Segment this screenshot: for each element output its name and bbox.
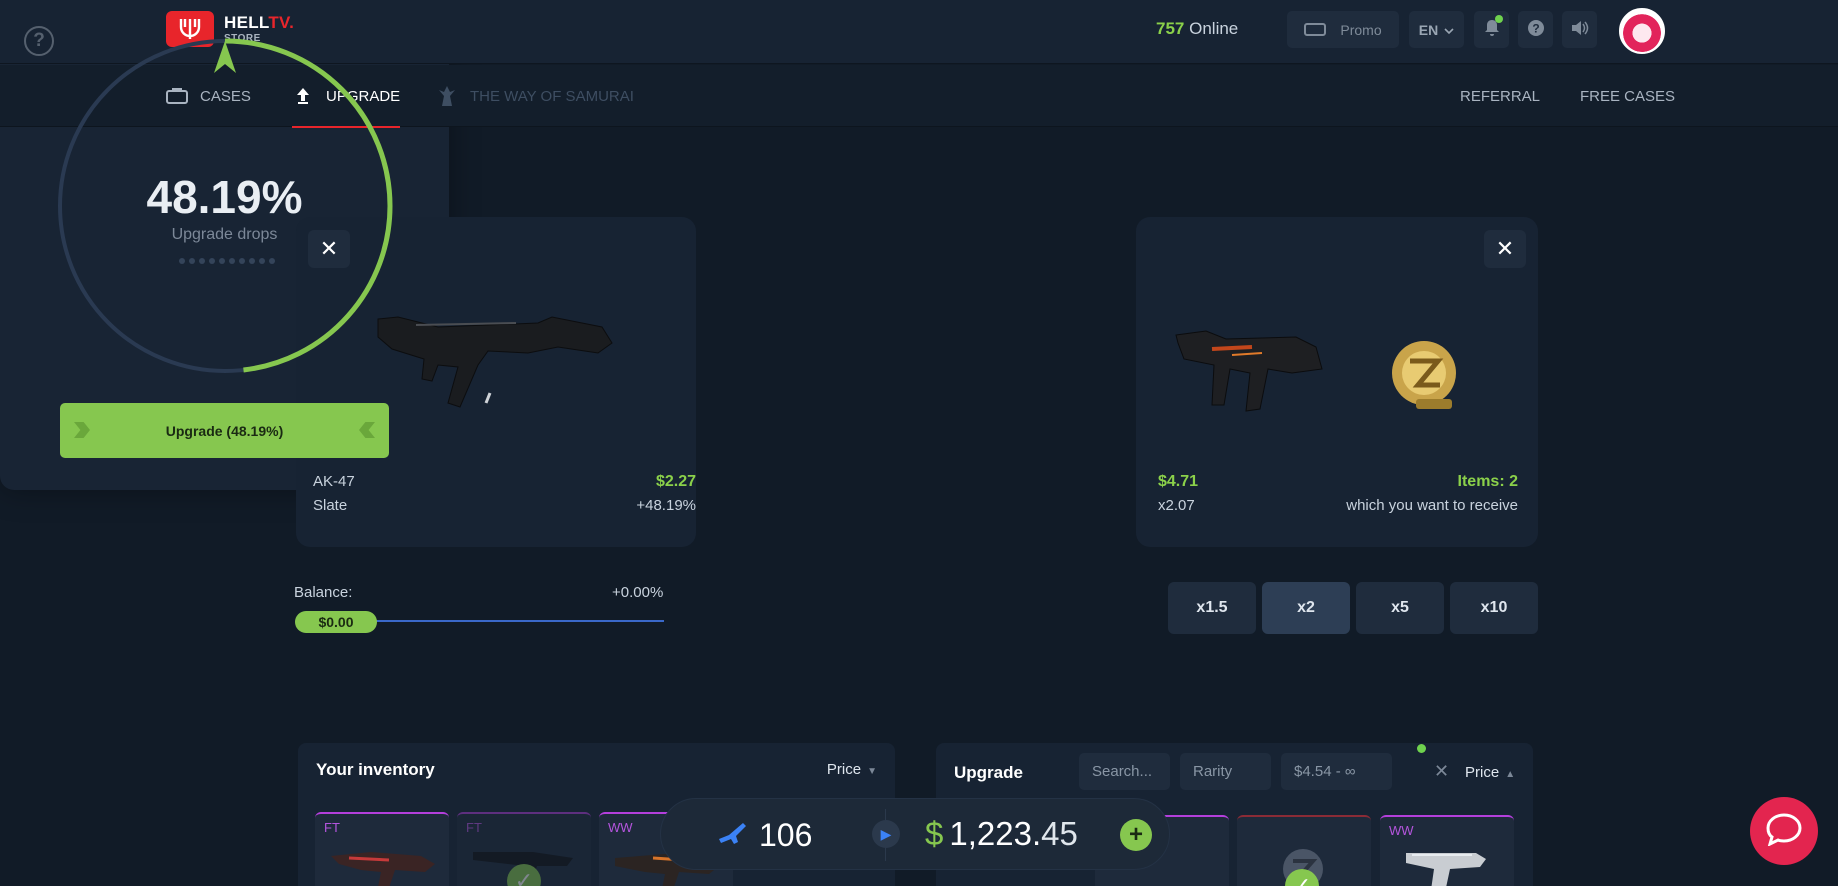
search-input[interactable]: Search... — [1079, 753, 1170, 790]
pistol-image — [1406, 853, 1486, 886]
online-count: 757 — [1156, 19, 1185, 38]
upgrade-sort-label: Price — [1465, 764, 1500, 781]
chevron-down-icon — [1444, 22, 1454, 38]
promo-label: Promo — [1340, 21, 1382, 38]
chevron-left-icon — [359, 422, 375, 438]
price-range-input[interactable]: $4.54 - ∞ — [1281, 753, 1392, 790]
chevron-right-icon — [74, 422, 90, 438]
close-icon: ✕ — [1495, 236, 1515, 261]
chat-button[interactable] — [1750, 797, 1818, 865]
sound-button[interactable] — [1562, 11, 1597, 48]
online-label: Online — [1189, 19, 1239, 38]
arrow-pointer-icon — [214, 41, 236, 73]
svg-text:?: ? — [1532, 22, 1539, 36]
language-label: EN — [1418, 21, 1439, 38]
samurai-icon — [436, 86, 458, 106]
item-wear-tag: WW — [1389, 823, 1414, 838]
rarity-label: Rarity — [1193, 763, 1233, 780]
item-wear-tag: FT — [466, 820, 482, 835]
inventory-sort-label: Price — [826, 761, 862, 778]
speaker-icon — [1571, 20, 1589, 39]
inventory-item-card[interactable]: FT — [315, 812, 449, 886]
inventory-item-card[interactable]: FT ✓ — [457, 812, 591, 886]
price-range-value: $4.54 - ∞ — [1294, 763, 1356, 780]
notifications-button[interactable] — [1474, 11, 1509, 48]
clear-targets-button[interactable]: ✕ — [1484, 230, 1526, 268]
caret-down-icon: ▼ — [867, 766, 877, 777]
help-icon: ? — [1527, 19, 1545, 40]
left-item-percent: +48.19% — [636, 497, 696, 514]
item-wear-tag: WW — [608, 820, 633, 835]
upgrade-item-card[interactable]: ✓ — [1237, 815, 1371, 886]
upgrade-sort[interactable]: Price ▲ — [1465, 764, 1515, 781]
upgrade-panel-title: Upgrade — [954, 763, 1023, 782]
nav-referral[interactable]: REFERRAL — [1460, 65, 1540, 127]
multiplier-x10-button[interactable]: x10 — [1450, 582, 1538, 634]
chance-subtitle: Upgrade drops — [171, 226, 278, 243]
promo-button[interactable]: Promo — [1287, 11, 1399, 48]
balance-percent: +0.00% — [612, 584, 664, 601]
rarity-select[interactable]: Rarity — [1180, 753, 1271, 790]
nav-free-cases-label: FREE CASES — [1580, 87, 1676, 105]
filter-active-dot — [1417, 744, 1426, 753]
rifle-image — [331, 852, 435, 886]
progress-dots — [179, 258, 275, 264]
search-placeholder: Search... — [1092, 763, 1153, 780]
add-funds-button[interactable]: + — [1120, 819, 1152, 851]
user-avatar[interactable] — [1619, 8, 1665, 54]
upgrade-item-card[interactable]: WW — [1380, 815, 1514, 886]
upgrade-button[interactable]: Upgrade (48.19%) — [60, 403, 389, 458]
balance-slider-handle[interactable]: $0.00 — [295, 611, 377, 633]
multiplier-x2-button[interactable]: x2 — [1262, 582, 1350, 634]
left-item-skin: Slate — [313, 497, 348, 514]
caret-up-icon: ▲ — [1505, 769, 1516, 780]
nav-referral-label: REFERRAL — [1460, 87, 1541, 105]
sticker-image — [1382, 333, 1466, 422]
gun-icon — [717, 821, 747, 852]
balance-label: Balance: — [294, 584, 353, 601]
multiplier-x5-button[interactable]: x5 — [1356, 582, 1444, 634]
ak47-image — [376, 307, 616, 432]
upgrade-wheel-panel: ? 48.19% Upgrade drops Upgrade (48.19%) — [0, 0, 449, 490]
ticket-icon — [1304, 23, 1327, 36]
items-count: 106 — [759, 817, 813, 853]
target-item-panel: ✕ $4.71 x2.07 Items: 2 which you want to… — [1136, 217, 1538, 547]
mp5-image — [1172, 317, 1332, 432]
nav-samurai-label: THE WAY OF SAMURAI — [470, 87, 634, 105]
left-item-weapon: AK-47 — [313, 473, 355, 490]
nav-samurai[interactable]: THE WAY OF SAMURAI — [436, 65, 634, 127]
bottom-balance-bar: 106 ▶ $1,223.45 + — [660, 798, 1170, 870]
play-icon[interactable]: ▶ — [872, 820, 900, 848]
chat-bubble-icon — [1765, 812, 1803, 851]
help-button[interactable]: ? — [1518, 11, 1553, 48]
nav-free-cases[interactable]: FREE CASES — [1580, 65, 1675, 127]
upgrade-button-label: Upgrade (48.19%) — [165, 422, 284, 439]
notification-dot — [1495, 15, 1503, 23]
online-counter: 757 Online — [1156, 19, 1238, 39]
right-item-price: $4.71 — [1158, 473, 1199, 490]
inventory-sort[interactable]: Price ▼ — [827, 761, 877, 778]
target-items-count: Items: 2 — [1457, 473, 1518, 490]
item-wear-tag: FT — [324, 820, 340, 835]
multiplier-x1-5-button[interactable]: x1.5 — [1168, 582, 1256, 634]
inventory-title: Your inventory — [316, 760, 435, 779]
target-items-hint: which you want to receive — [1346, 497, 1518, 514]
question-circle-icon[interactable]: ? — [24, 26, 54, 56]
clear-filter-icon[interactable]: ✕ — [1434, 761, 1449, 782]
chance-percent: 48.19% — [146, 171, 303, 223]
language-selector[interactable]: EN — [1409, 11, 1464, 48]
wallet-balance: $1,223.45 — [925, 815, 1078, 852]
right-item-multiplier: x2.07 — [1158, 497, 1195, 514]
left-item-price: $2.27 — [655, 473, 696, 490]
